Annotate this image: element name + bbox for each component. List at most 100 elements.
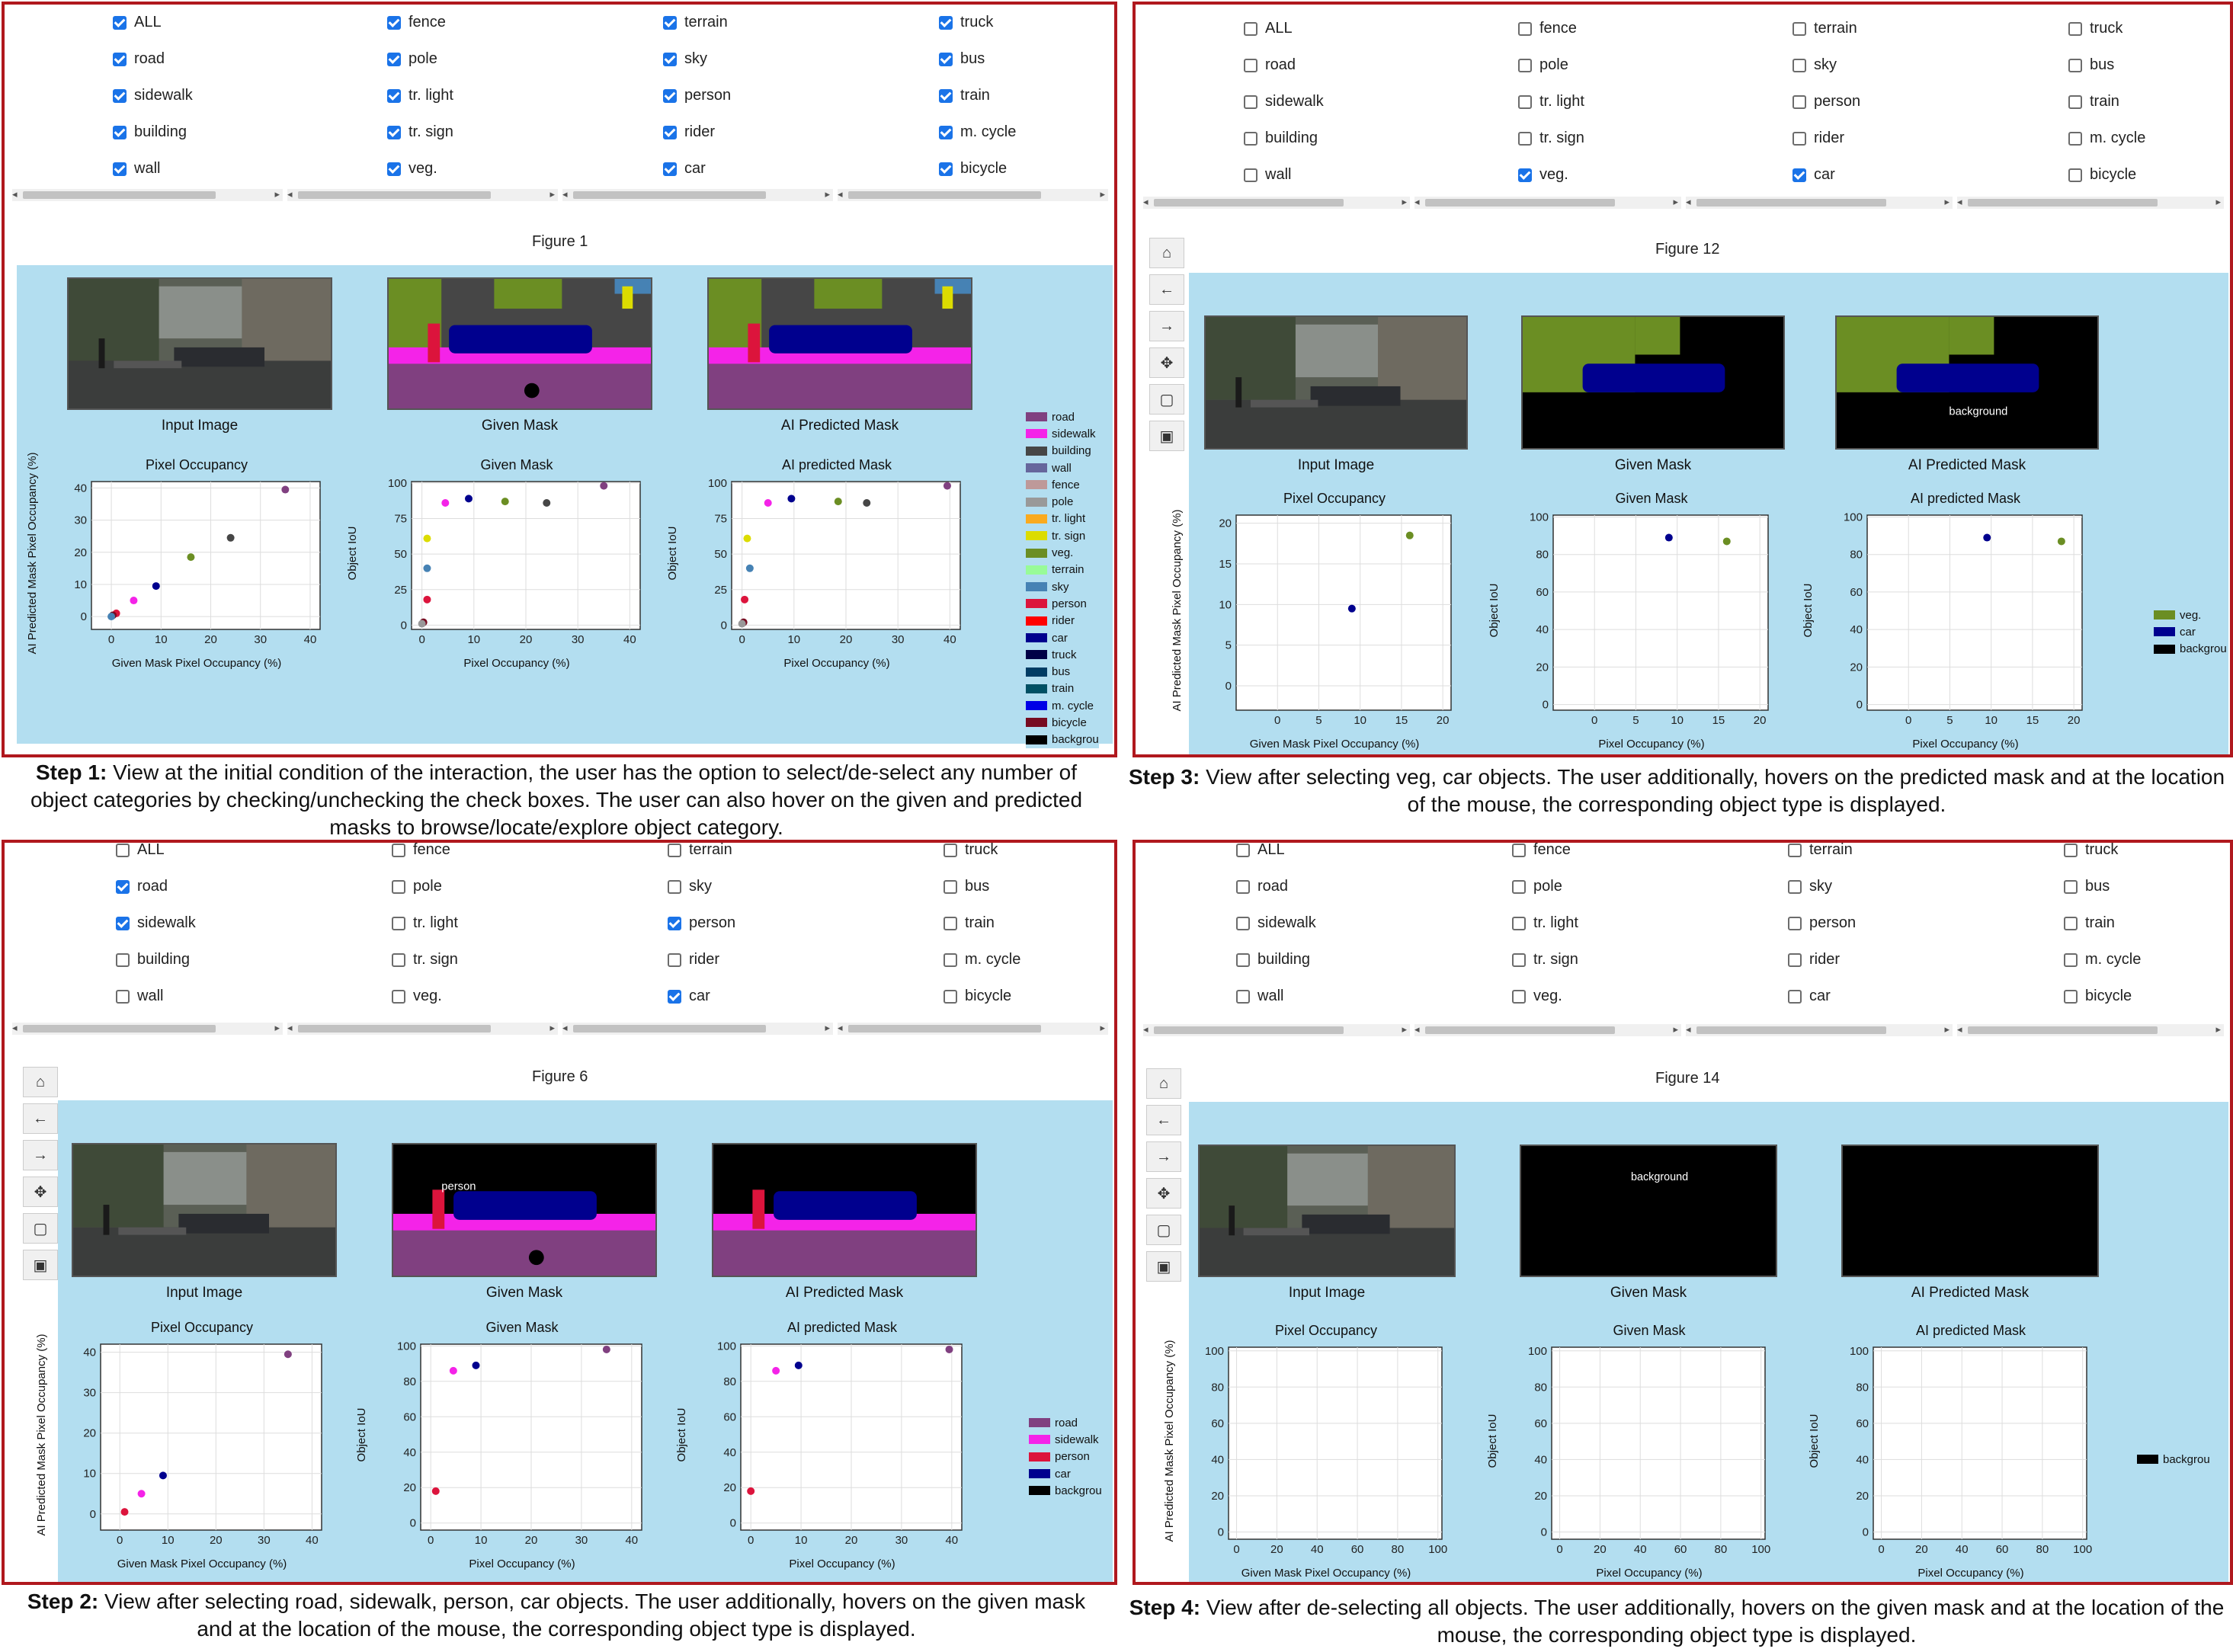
checkbox-box[interactable] — [939, 162, 953, 176]
checkbox-terrain[interactable]: terrain — [668, 843, 732, 859]
given-mask-image[interactable]: person — [392, 1143, 657, 1277]
checkbox-box[interactable] — [2064, 952, 2078, 967]
predicted-mask-image[interactable] — [1841, 1145, 2099, 1277]
given-mask-image[interactable] — [1521, 315, 1785, 450]
scroll-right-arrow-icon[interactable]: ▸ — [549, 1022, 555, 1034]
checkbox-train[interactable]: train — [939, 87, 990, 104]
checkbox-bus[interactable]: bus — [943, 878, 989, 895]
checkbox-box[interactable] — [1512, 916, 1526, 930]
checkbox-box[interactable] — [1236, 843, 1250, 857]
checkbox-box[interactable] — [663, 162, 677, 176]
checkbox-box[interactable] — [113, 125, 127, 139]
scroll-right-arrow-icon[interactable]: ▸ — [549, 188, 555, 200]
scroll-right-arrow-icon[interactable]: ▸ — [1100, 1022, 1105, 1034]
checkbox-box[interactable] — [1788, 843, 1802, 857]
scroll-left-arrow-icon[interactable]: ◂ — [1143, 196, 1149, 208]
checkbox-box[interactable] — [116, 879, 130, 894]
scroll-thumb[interactable] — [1154, 199, 1344, 206]
checkbox-building[interactable]: building — [113, 123, 187, 141]
checkbox-fence[interactable]: fence — [1518, 20, 1577, 37]
checkbox-trsign[interactable]: tr. sign — [387, 123, 453, 141]
toolbar-pan-move-button[interactable]: ✥ — [23, 1177, 58, 1207]
toolbar-pan-move-button[interactable]: ✥ — [1146, 1178, 1181, 1209]
checkbox-sidewalk[interactable]: sidewalk — [1244, 93, 1324, 110]
checkbox-box[interactable] — [387, 125, 401, 139]
toolbar-save-button[interactable]: ▣ — [1146, 1251, 1181, 1282]
checkbox-box[interactable] — [1244, 58, 1257, 72]
scroll-left-arrow-icon[interactable]: ◂ — [12, 1022, 18, 1034]
checkbox-box[interactable] — [2064, 843, 2078, 857]
scroll-thumb[interactable] — [1696, 199, 1887, 206]
checkbox-truck[interactable]: truck — [939, 14, 993, 31]
checkbox-box[interactable] — [1792, 168, 1806, 182]
checkbox-box[interactable] — [116, 843, 130, 857]
horizontal-scrollbar[interactable]: ◂ ▸ — [562, 1022, 833, 1035]
checkbox-box[interactable] — [113, 88, 127, 103]
scroll-thumb[interactable] — [573, 1025, 766, 1032]
checkbox-box[interactable] — [113, 162, 127, 176]
scroll-thumb[interactable] — [298, 1025, 491, 1032]
checkbox-box[interactable] — [663, 88, 677, 103]
checkbox-box[interactable] — [943, 989, 957, 1004]
horizontal-scrollbar[interactable]: ◂ ▸ — [838, 188, 1108, 201]
checkbox-box[interactable] — [116, 989, 130, 1004]
scroll-right-arrow-icon[interactable]: ▸ — [1673, 1023, 1678, 1036]
checkbox-wall[interactable]: wall — [1244, 166, 1291, 184]
scroll-thumb[interactable] — [1696, 1026, 1887, 1034]
checkbox-sidewalk[interactable]: sidewalk — [113, 87, 193, 104]
scroll-right-arrow-icon[interactable]: ▸ — [825, 188, 830, 200]
checkbox-building[interactable]: building — [1236, 951, 1310, 968]
checkbox-box[interactable] — [113, 52, 127, 66]
checkbox-box[interactable] — [1788, 989, 1802, 1004]
checkbox-train[interactable]: train — [2068, 93, 2119, 110]
checkbox-box[interactable] — [1788, 916, 1802, 930]
checkbox-fence[interactable]: fence — [1512, 843, 1571, 859]
checkbox-sky[interactable]: sky — [1792, 56, 1837, 74]
checkbox-car[interactable]: car — [1792, 166, 1835, 184]
checkbox-rider[interactable]: rider — [1792, 130, 1844, 147]
scroll-right-arrow-icon[interactable]: ▸ — [2215, 196, 2221, 208]
checkbox-mcycle[interactable]: m. cycle — [2064, 951, 2141, 968]
horizontal-scrollbar[interactable]: ◂ ▸ — [1957, 196, 2224, 209]
checkbox-box[interactable] — [668, 989, 681, 1004]
checkbox-box[interactable] — [1518, 131, 1532, 146]
checkbox-rider[interactable]: rider — [1788, 951, 1840, 968]
checkbox-veg[interactable]: veg. — [392, 988, 442, 1005]
checkbox-sky[interactable]: sky — [1788, 878, 1832, 895]
scroll-thumb[interactable] — [23, 191, 216, 199]
scroll-left-arrow-icon[interactable]: ◂ — [287, 188, 293, 200]
horizontal-scrollbar[interactable]: ◂ ▸ — [1414, 1023, 1681, 1036]
checkbox-mcycle[interactable]: m. cycle — [2068, 130, 2145, 147]
checkbox-road[interactable]: road — [1236, 878, 1288, 895]
checkbox-sidewalk[interactable]: sidewalk — [1236, 914, 1316, 932]
checkbox-box[interactable] — [663, 15, 677, 30]
checkbox-train[interactable]: train — [2064, 914, 2115, 932]
toolbar-zoom-rect-button[interactable]: ▢ — [23, 1213, 58, 1244]
checkbox-bus[interactable]: bus — [2068, 56, 2114, 74]
scroll-left-arrow-icon[interactable]: ◂ — [1686, 1023, 1691, 1036]
scroll-right-arrow-icon[interactable]: ▸ — [825, 1022, 830, 1034]
checkbox-veg[interactable]: veg. — [387, 160, 437, 178]
checkbox-veg[interactable]: veg. — [1512, 988, 1562, 1005]
scroll-left-arrow-icon[interactable]: ◂ — [12, 188, 18, 200]
checkbox-box[interactable] — [939, 88, 953, 103]
toolbar-zoom-rect-button[interactable]: ▢ — [1149, 384, 1184, 415]
input-image[interactable] — [1198, 1145, 1456, 1277]
input-image[interactable] — [72, 1143, 337, 1277]
given-mask-image[interactable]: background — [1520, 1145, 1777, 1277]
scroll-left-arrow-icon[interactable]: ◂ — [287, 1022, 293, 1034]
checkbox-terrain[interactable]: terrain — [663, 14, 728, 31]
checkbox-box[interactable] — [116, 916, 130, 930]
toolbar-back-arrow-button[interactable]: ← — [23, 1103, 58, 1134]
checkbox-fence[interactable]: fence — [392, 843, 450, 859]
checkbox-bicycle[interactable]: bicycle — [2068, 166, 2136, 184]
horizontal-scrollbar[interactable]: ◂ ▸ — [1414, 196, 1681, 209]
checkbox-box[interactable] — [943, 916, 957, 930]
scroll-thumb[interactable] — [848, 191, 1041, 199]
checkbox-terrain[interactable]: terrain — [1792, 20, 1857, 37]
scroll-right-arrow-icon[interactable]: ▸ — [274, 188, 280, 200]
checkbox-bicycle[interactable]: bicycle — [943, 988, 1011, 1005]
scroll-thumb[interactable] — [298, 191, 491, 199]
checkbox-box[interactable] — [939, 52, 953, 66]
checkbox-box[interactable] — [2068, 94, 2082, 109]
